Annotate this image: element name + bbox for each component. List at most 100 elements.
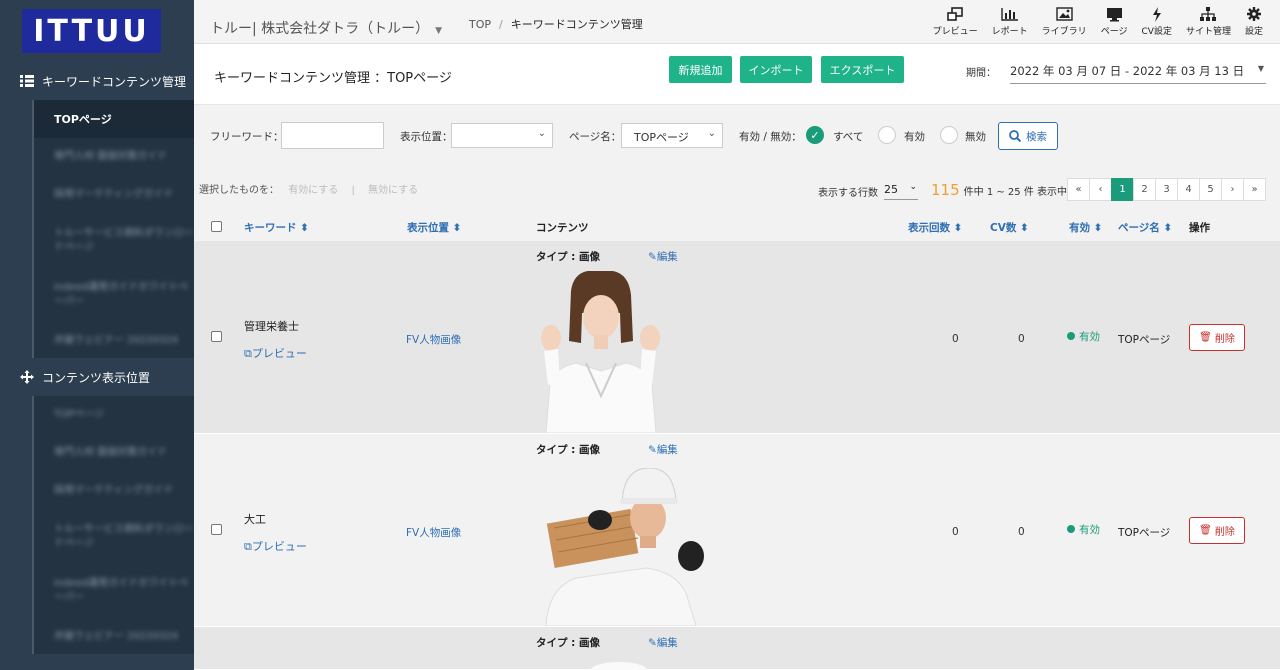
external-link-icon: ⧉ [244, 540, 252, 553]
page-2[interactable]: 2 [1133, 178, 1156, 201]
preview-link[interactable]: ⧉プレビュー [244, 538, 307, 554]
pagename-value: TOPページ [634, 131, 689, 144]
row-pagename: TOPページ [1118, 334, 1171, 346]
freeword-input[interactable] [281, 122, 384, 149]
bulk-actions: 選択したものを： 有効にする | 無効にする [199, 181, 418, 196]
sidebar-item[interactable]: TOPページ [34, 396, 194, 434]
page-title: キーワードコンテンツ管理 ：TOPページ [214, 71, 452, 86]
app-logo[interactable]: ITTUU [22, 9, 161, 53]
sidebar: ITTUU キーワードコンテンツ管理 TOPページ 専門人材 面接対策ガイド 採… [0, 0, 194, 670]
page-5[interactable]: 5 [1199, 178, 1222, 201]
delete-button[interactable]: 🗑 削除 [1189, 517, 1245, 544]
status-radio-invalid[interactable] [940, 126, 958, 144]
col-content: コンテンツ [536, 222, 589, 234]
edit-link[interactable]: ✎編集 [648, 442, 678, 457]
page-1[interactable]: 1 [1111, 178, 1134, 201]
row-checkbox[interactable] [211, 524, 222, 535]
preview-link[interactable]: ⧉プレビュー [244, 345, 307, 361]
nav-report[interactable]: レポート [985, 4, 1035, 37]
nav-cv-settings[interactable]: CV設定 [1135, 4, 1179, 37]
bulk-enable-link[interactable]: 有効にする [288, 185, 338, 196]
nav-page[interactable]: ページ [1094, 4, 1135, 37]
sidebar-item[interactable]: 共催ウェビナー 20220324 [34, 618, 194, 656]
breadcrumb-top-link[interactable]: TOP [469, 18, 491, 31]
sidebar-item[interactable]: indeed運用ガイドホワイトペーパー [34, 564, 194, 618]
col-cv[interactable]: CV数 ⬍ [990, 220, 1029, 235]
status-badge: 有効 [1067, 522, 1100, 537]
content-type: タイプ : 画像 [536, 444, 601, 456]
table-row: タイプ : 画像 ✎編集 [194, 627, 1280, 670]
page-3[interactable]: 3 [1155, 178, 1178, 201]
row-cv: 0 [1018, 333, 1025, 345]
bulk-label: 選択したものを： [199, 185, 279, 196]
nav-preview[interactable]: プレビュー [926, 4, 985, 37]
sort-icon: ⬍ [1090, 222, 1103, 234]
rows-per-page-label: 表示する行数 [818, 188, 878, 199]
bulk-disable-link[interactable]: 無効にする [368, 185, 418, 196]
sidebar-section-keyword-content[interactable]: キーワードコンテンツ管理 [0, 62, 194, 100]
chevron-down-icon: ⌄ [537, 128, 546, 139]
nav-settings[interactable]: 設定 [1238, 4, 1270, 37]
sidebar-item[interactable]: トルーサービス資料ダウンロードページ [34, 214, 194, 268]
status-label: 有効 / 無効： [739, 131, 802, 143]
status-radio-all[interactable]: ✓ [806, 126, 824, 144]
delete-button[interactable]: 🗑 削除 [1189, 324, 1245, 351]
edit-icon: ✎ [648, 637, 657, 649]
sidebar-item-top-page[interactable]: TOPページ [34, 100, 194, 138]
sidebar-item[interactable]: indeed運用ガイドホワイトペーパー [34, 268, 194, 322]
sidebar-item[interactable]: 採用マーケティングガイド [34, 472, 194, 510]
cv-icon [1152, 4, 1162, 24]
chevron-down-icon: ▼ [435, 26, 443, 36]
search-button[interactable]: 検索 [998, 122, 1058, 150]
sidebar-item[interactable]: トルーサービス資料ダウンロードページ [34, 510, 194, 564]
sidebar-item[interactable]: 採用マーケティングガイド [34, 176, 194, 214]
row-position-link[interactable]: FV人物画像 [406, 332, 461, 347]
table-row: 管理栄養士 ⧉プレビュー FV人物画像 タイプ : 画像 ✎編集 0 0 有効 … [194, 241, 1280, 434]
page-next[interactable]: › [1221, 178, 1244, 201]
row-views: 0 [952, 526, 959, 538]
pagename-label: ページ名： [569, 131, 622, 143]
range-text: 件中 1 ~ 25 件 表示中 [963, 187, 1067, 198]
sort-icon: ⬍ [950, 222, 963, 234]
import-button[interactable]: インポート [740, 56, 812, 83]
sort-icon: ⬍ [1016, 222, 1029, 234]
col-pagename[interactable]: ページ名 ⬍ [1118, 220, 1172, 235]
content-type: タイプ : 画像 [536, 251, 601, 263]
col-valid[interactable]: 有効 ⬍ [1069, 220, 1102, 235]
sitemap-icon [1200, 4, 1217, 24]
status-badge: 有効 [1067, 329, 1100, 344]
sidebar-item[interactable]: 共催ウェビナー 20220324 [34, 322, 194, 360]
sidebar-item[interactable]: 専門人材 面接対策ガイド [34, 434, 194, 472]
page-first[interactable]: « [1067, 178, 1090, 201]
company-selector[interactable]: トルー| 株式会社ダトラ（トルー） ▼ [210, 18, 442, 38]
period-select[interactable]: 2022 年 03 月 07 日 - 2022 年 03 月 13 日 ▼ [1010, 56, 1266, 84]
col-position[interactable]: 表示位置 ⬍ [407, 220, 461, 235]
nav-site-management[interactable]: サイト管理 [1179, 4, 1238, 37]
page-last[interactable]: » [1243, 178, 1266, 201]
breadcrumb: TOP / キーワードコンテンツ管理 [469, 18, 643, 31]
period-label: 期間： [966, 68, 996, 79]
col-views[interactable]: 表示回数 ⬍ [908, 220, 962, 235]
sidebar-item[interactable]: 専門人材 面接対策ガイド [34, 138, 194, 176]
status-radio-valid[interactable] [878, 126, 896, 144]
col-keyword[interactable]: キーワード ⬍ [244, 220, 309, 235]
export-button[interactable]: エクスポート [821, 56, 904, 83]
rows-per-page-select[interactable]: 25 ⌄ [884, 180, 918, 200]
edit-link[interactable]: ✎編集 [648, 249, 678, 264]
position-select[interactable]: ⌄ [451, 123, 553, 148]
trash-icon: 🗑 [1199, 525, 1212, 536]
status-dot-icon [1067, 525, 1075, 533]
sidebar-section-content-position[interactable]: コンテンツ表示位置 [0, 358, 194, 396]
edit-link[interactable]: ✎編集 [648, 635, 678, 650]
row-position-link[interactable]: FV人物画像 [406, 525, 461, 540]
page-prev[interactable]: ‹ [1089, 178, 1112, 201]
page-4[interactable]: 4 [1177, 178, 1200, 201]
pagename-select[interactable]: TOPページ ⌄ [621, 123, 723, 148]
row-pagename: TOPページ [1118, 527, 1171, 539]
row-checkbox[interactable] [211, 331, 222, 342]
new-button[interactable]: 新規追加 [669, 56, 732, 83]
select-all-checkbox[interactable] [211, 221, 222, 232]
trash-icon: 🗑 [1199, 332, 1212, 343]
nav-library[interactable]: ライブラリ [1035, 4, 1094, 37]
move-icon [20, 370, 36, 384]
